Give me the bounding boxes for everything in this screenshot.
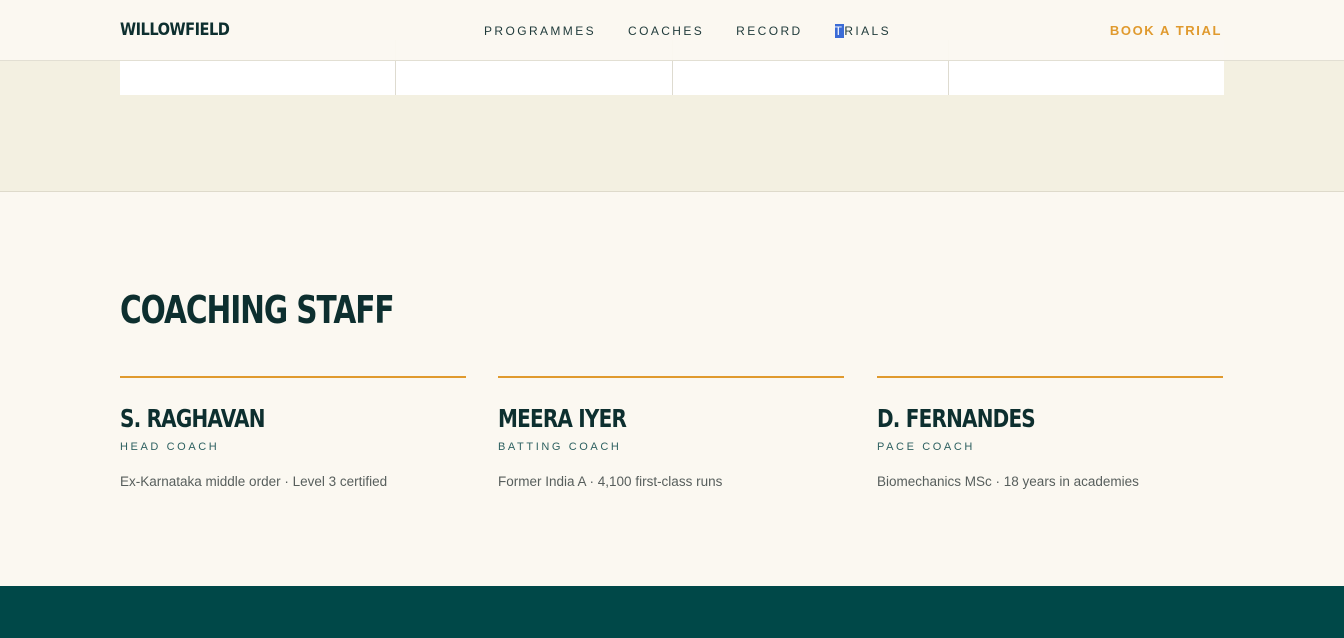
nav-coaches[interactable]: COACHES [628,24,704,38]
nav-record[interactable]: RECORD [736,24,802,38]
coach-name: D. FERNANDES [877,404,1036,433]
coach-card: S. RAGHAVAN HEAD COACH Ex-Karnataka midd… [120,376,466,489]
nav-programmes[interactable]: PROGRAMMES [484,24,596,38]
text-selection-highlight: T [834,24,845,38]
site-header: WILLOWFIELD PROGRAMMES COACHES RECORD TR… [0,0,1344,61]
coach-role: HEAD COACH [120,441,220,453]
main-nav: PROGRAMMES COACHES RECORD TRIALS [484,24,891,38]
nav-trials[interactable]: TRIALS [834,24,891,38]
coach-bio: Ex-Karnataka middle order · Level 3 cert… [120,474,388,489]
coach-name: MEERA IYER [498,404,627,433]
coach-name: S. RAGHAVAN [120,404,265,433]
site-footer [0,586,1344,638]
coach-bio: Former India A · 4,100 first-class runs [498,474,723,489]
nav-trials-label: RIALS [844,24,891,38]
coach-role: BATTING COACH [498,441,622,453]
coach-bio: Biomechanics MSc · 18 years in academies [877,474,1139,489]
coach-role: PACE COACH [877,441,975,453]
site-logo[interactable]: WILLOWFIELD [120,20,230,40]
section-title: COACHING STAFF [120,288,395,332]
book-trial-button[interactable]: BOOK A TRIAL [1110,23,1222,38]
coach-card: D. FERNANDES PACE COACH Biomechanics MSc… [877,376,1223,489]
coach-card: MEERA IYER BATTING COACH Former India A … [498,376,844,489]
